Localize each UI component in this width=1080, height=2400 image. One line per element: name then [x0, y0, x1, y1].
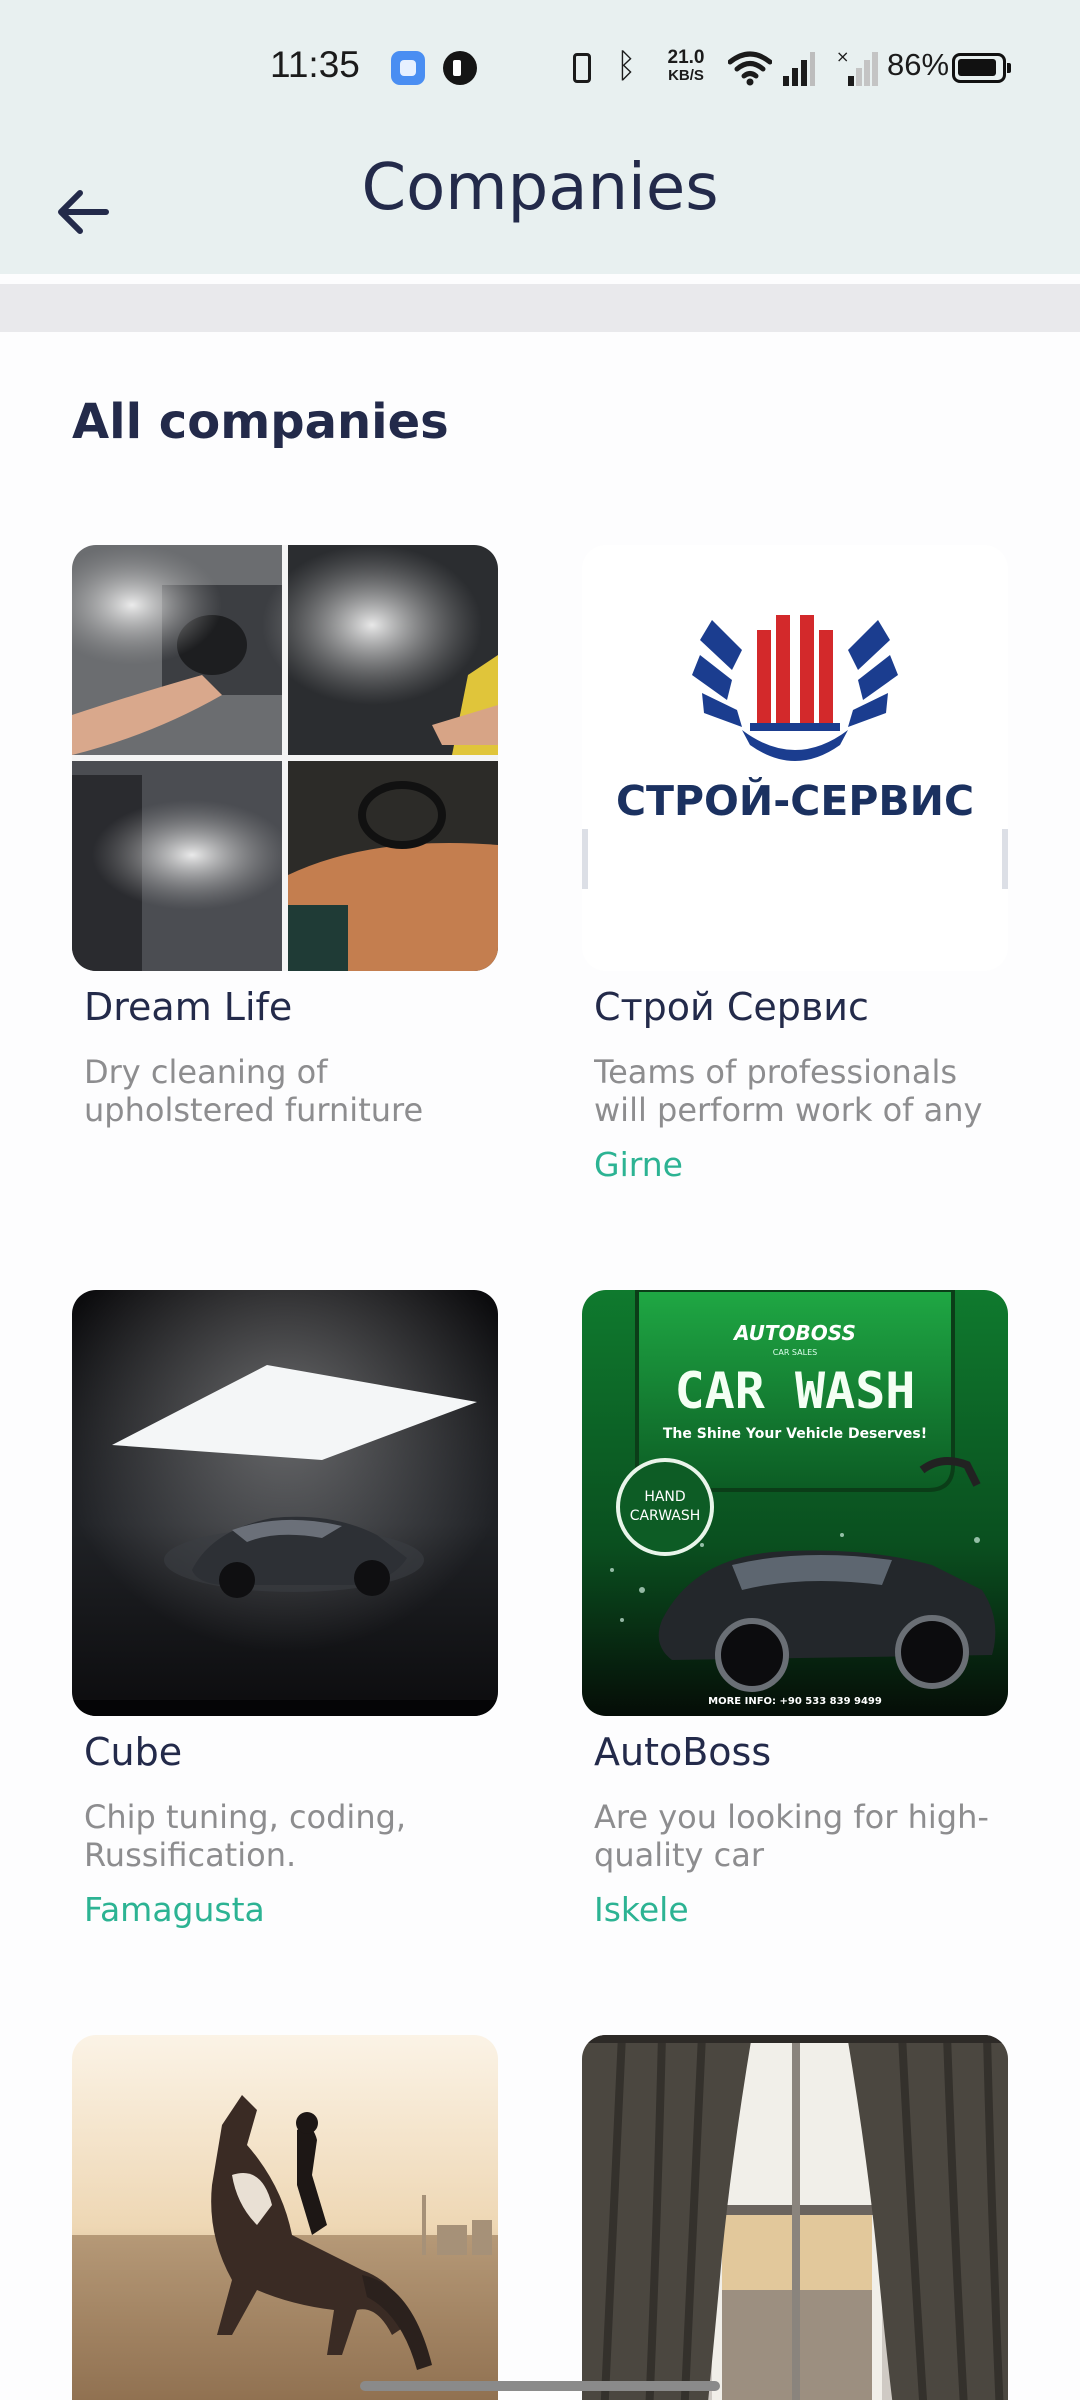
svg-text:CARWASH: CARWASH [630, 1508, 701, 1524]
app-notification-icon [391, 51, 425, 85]
company-image [582, 2035, 1008, 2400]
battery-percent: 86% [887, 47, 950, 82]
bluetooth-icon: ᛒ [616, 46, 637, 86]
company-image: AUTOBOSS CAR SALES CAR WASH The Shine Yo… [582, 1290, 1008, 1716]
svg-text:AUTOBOSS: AUTOBOSS [732, 1321, 856, 1345]
company-description: Dry cleaning of upholstered furniture [84, 1053, 424, 1129]
company-name: AutoBoss [594, 1730, 772, 1774]
signal-no-service-icon: × [836, 48, 878, 86]
company-city: Girne [594, 1145, 683, 1184]
section-title: All companies [72, 394, 449, 450]
status-bar: 11:35 ᛒ 21.0 KB/S × 86% [0, 0, 1080, 136]
svg-text:×: × [836, 48, 849, 66]
status-time: 11:35 [270, 44, 360, 85]
header-divider [0, 284, 1080, 332]
svg-text:CAR SALES: CAR SALES [773, 1348, 817, 1357]
app-bar: Companies [0, 136, 1080, 274]
company-city: Famagusta [84, 1890, 265, 1929]
network-speed-unit: KB/S [668, 67, 704, 84]
page-title: Companies [361, 151, 719, 225]
app-notification-icon-2 [443, 51, 477, 85]
svg-text:CAR WASH: CAR WASH [675, 1362, 916, 1420]
company-image: СТРОЙ-СЕРВИС [582, 545, 1008, 971]
network-speed-value: 21.0 [667, 47, 705, 68]
network-speed: 21.0 KB/S [660, 48, 712, 84]
home-indicator[interactable] [360, 2381, 720, 2391]
company-logo-text: СТРОЙ-СЕРВИС [616, 777, 974, 825]
company-image [72, 2035, 498, 2400]
company-image [72, 1290, 498, 1716]
company-name: Cube [84, 1730, 183, 1774]
company-name: Dream Life [84, 985, 293, 1029]
vibrate-icon [573, 53, 591, 83]
battery-icon [952, 53, 1011, 83]
company-name: Строй Сервис [594, 985, 869, 1029]
wifi-icon [728, 51, 772, 86]
company-image [72, 545, 498, 971]
company-description: Chip tuning, coding, Russification. [84, 1798, 407, 1874]
svg-text:MORE INFO: +90 533 839 9499: MORE INFO: +90 533 839 9499 [708, 1696, 882, 1707]
company-description: Teams of professionals will perform work… [594, 1053, 983, 1129]
company-description: Are you looking for high-quality car [594, 1798, 989, 1874]
svg-text:The Shine Your Vehicle Deserve: The Shine Your Vehicle Deserves! [663, 1426, 927, 1442]
arrow-left-icon [58, 190, 109, 234]
svg-text:HAND: HAND [644, 1489, 685, 1505]
company-city: Iskele [594, 1890, 689, 1929]
back-button[interactable] [36, 158, 132, 254]
signal-icon [783, 52, 815, 86]
